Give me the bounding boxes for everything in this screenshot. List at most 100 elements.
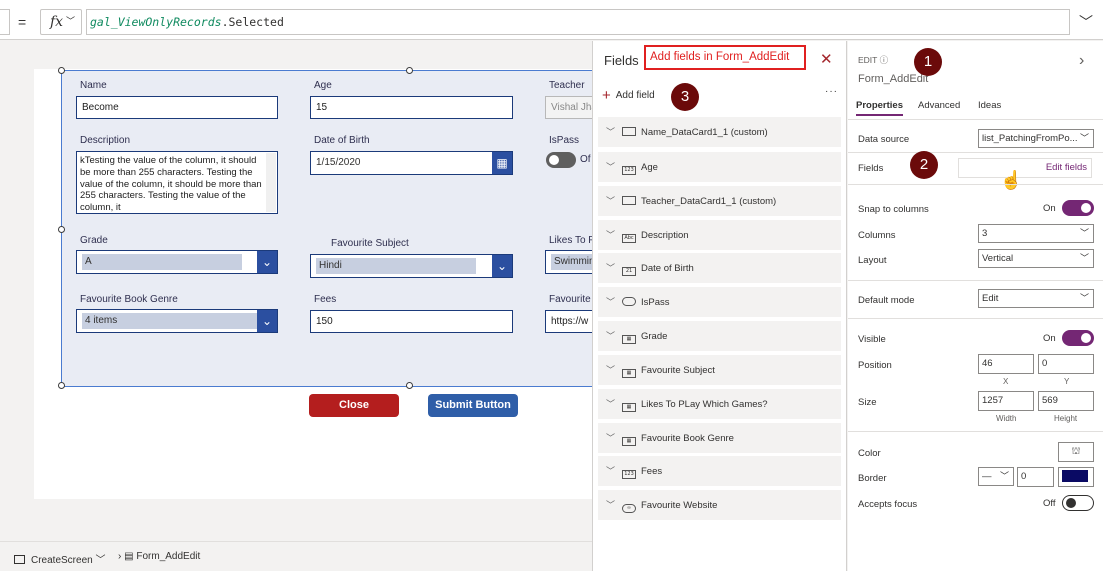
- field-item[interactable]: ﹀ Abc Description: [598, 220, 841, 250]
- field-item[interactable]: ﹀ ▦ Likes To PLay Which Games?: [598, 389, 841, 419]
- field-item[interactable]: ﹀ 123 Fees: [598, 456, 841, 486]
- resize-handle[interactable]: [58, 382, 65, 389]
- website-label: Favourite: [549, 294, 591, 305]
- resize-handle[interactable]: [58, 67, 65, 74]
- position-y-input[interactable]: 0: [1038, 354, 1094, 374]
- help-icon[interactable]: ⓘ: [880, 55, 889, 65]
- field-item[interactable]: ﹀ IsPass: [598, 287, 841, 317]
- field-item[interactable]: ﹀ ▦ Favourite Subject: [598, 355, 841, 385]
- grade-dropdown[interactable]: A ⌄: [76, 250, 278, 274]
- grade-value: A: [82, 254, 242, 270]
- expand-formula-chevron-icon[interactable]: ﹀: [1074, 10, 1098, 34]
- resize-handle[interactable]: [406, 382, 413, 389]
- chevron-down-icon: ﹀: [606, 263, 616, 273]
- description-label: Description: [80, 135, 131, 146]
- chevron-down-icon: ﹀: [606, 331, 616, 341]
- default-mode-dropdown[interactable]: Edit ﹀: [978, 289, 1094, 308]
- textarea-scrollbar[interactable]: [266, 153, 276, 212]
- divider: [848, 184, 1103, 185]
- add-field-button[interactable]: + Add field: [602, 87, 655, 104]
- field-item-label: Date of Birth: [641, 263, 694, 274]
- hand-cursor-icon: ☝: [1000, 170, 1023, 190]
- property-dropdown[interactable]: [0, 9, 10, 35]
- resize-handle[interactable]: [58, 226, 65, 233]
- field-item[interactable]: ﹀ ∞ Favourite Website: [598, 490, 841, 520]
- chevron-down-icon: ⌄: [492, 255, 512, 277]
- border-style-dropdown[interactable]: — ﹀: [978, 467, 1014, 486]
- ispass-toggle[interactable]: [546, 152, 576, 168]
- close-icon[interactable]: ✕: [820, 50, 833, 68]
- field-item[interactable]: ﹀ 21 Date of Birth: [598, 253, 841, 283]
- close-button[interactable]: Close: [309, 394, 399, 417]
- columns-value: 3: [982, 228, 988, 239]
- teacher-input[interactable]: Vishal Jha: [545, 96, 593, 119]
- submit-button[interactable]: Submit Button: [428, 394, 518, 417]
- edit-label: EDIT ⓘ: [858, 54, 888, 66]
- field-item[interactable]: ﹀ ▦ Favourite Book Genre: [598, 423, 841, 453]
- chevron-down-icon: ﹀: [606, 433, 616, 443]
- position-x-input[interactable]: 46: [978, 354, 1034, 374]
- width-input[interactable]: 1257: [978, 391, 1034, 411]
- field-item-label: Description: [641, 230, 689, 241]
- age-input[interactable]: 15: [310, 96, 513, 119]
- divider: [848, 318, 1103, 319]
- accepts-focus-label: Accepts focus: [858, 499, 918, 510]
- visible-value: On: [1043, 333, 1056, 344]
- chevron-down-icon: ﹀: [606, 500, 616, 510]
- field-item[interactable]: ﹀ ▦ Grade: [598, 321, 841, 351]
- field-item[interactable]: ﹀ Teacher_DataCard1_1 (custom): [598, 186, 841, 216]
- screen-icon: [14, 555, 25, 564]
- default-mode-label: Default mode: [858, 295, 915, 306]
- genre-combobox[interactable]: 4 items ⌄: [76, 309, 278, 333]
- columns-dropdown[interactable]: 3 ﹀: [978, 224, 1094, 243]
- data-source-value: list_PatchingFromPo...: [982, 133, 1078, 144]
- fx-label: fx: [50, 14, 64, 30]
- number-icon: 123: [622, 166, 636, 175]
- name-input[interactable]: Become: [76, 96, 278, 119]
- dob-datepicker[interactable]: 1/15/2020 ▦: [310, 151, 513, 175]
- screen-breadcrumb[interactable]: CreateScreen ﹀: [14, 551, 105, 566]
- accepts-focus-toggle[interactable]: [1062, 495, 1094, 511]
- paint-bucket-icon[interactable]: ⛫: [1058, 442, 1094, 462]
- snap-toggle[interactable]: [1062, 200, 1094, 216]
- fx-button[interactable]: fx ﹀: [40, 9, 82, 35]
- divider: [848, 152, 1103, 153]
- chevron-down-icon: ﹀: [65, 17, 75, 27]
- edit-label-text: EDIT: [858, 55, 878, 65]
- visible-toggle[interactable]: [1062, 330, 1094, 346]
- visible-label: Visible: [858, 334, 886, 345]
- step-badge-2: 2: [910, 151, 938, 179]
- border-color-swatch[interactable]: [1058, 467, 1094, 487]
- edit-fields-link[interactable]: Edit fields: [958, 158, 1092, 178]
- resize-handle[interactable]: [406, 67, 413, 74]
- calendar-icon: 21: [622, 267, 636, 276]
- description-textarea[interactable]: kTesting the value of the column, it sho…: [76, 151, 278, 214]
- chevron-right-icon: ›: [118, 551, 122, 562]
- likes-dropdown[interactable]: Swimmin: [545, 250, 598, 274]
- website-input[interactable]: https://w: [545, 310, 593, 333]
- grid-icon: ▦: [622, 369, 636, 378]
- data-source-dropdown[interactable]: list_PatchingFromPo... ﹀: [978, 129, 1094, 148]
- field-item[interactable]: ﹀ 123 Age: [598, 152, 841, 182]
- formula-input[interactable]: gal_ViewOnlyRecords.Selected: [86, 9, 1070, 35]
- field-item[interactable]: ﹀ Name_DataCard1_1 (custom): [598, 117, 841, 147]
- subject-label: Favourite Subject: [331, 238, 409, 249]
- dob-label: Date of Birth: [314, 135, 370, 146]
- tab-ideas[interactable]: Ideas: [978, 100, 1001, 111]
- field-item-label: Favourite Website: [641, 500, 718, 511]
- tab-advanced[interactable]: Advanced: [918, 100, 960, 111]
- tab-properties[interactable]: Properties: [856, 100, 903, 116]
- calendar-icon[interactable]: ▦: [492, 152, 512, 174]
- fees-input[interactable]: 150: [310, 310, 513, 333]
- layout-dropdown[interactable]: Vertical ﹀: [978, 249, 1094, 268]
- border-width-input[interactable]: 0: [1017, 467, 1054, 487]
- chevron-right-icon[interactable]: ›: [1079, 52, 1084, 70]
- number-icon: 123: [622, 470, 636, 479]
- control-name: Form_AddEdit: [858, 73, 929, 85]
- step-badge-3: 3: [671, 83, 699, 111]
- form-breadcrumb[interactable]: › ▤ Form_AddEdit: [118, 551, 200, 562]
- fields-label: Fields: [858, 163, 884, 174]
- more-options-icon[interactable]: ···: [825, 86, 838, 97]
- height-input[interactable]: 569: [1038, 391, 1094, 411]
- subject-dropdown[interactable]: Hindi ⌄: [310, 254, 513, 278]
